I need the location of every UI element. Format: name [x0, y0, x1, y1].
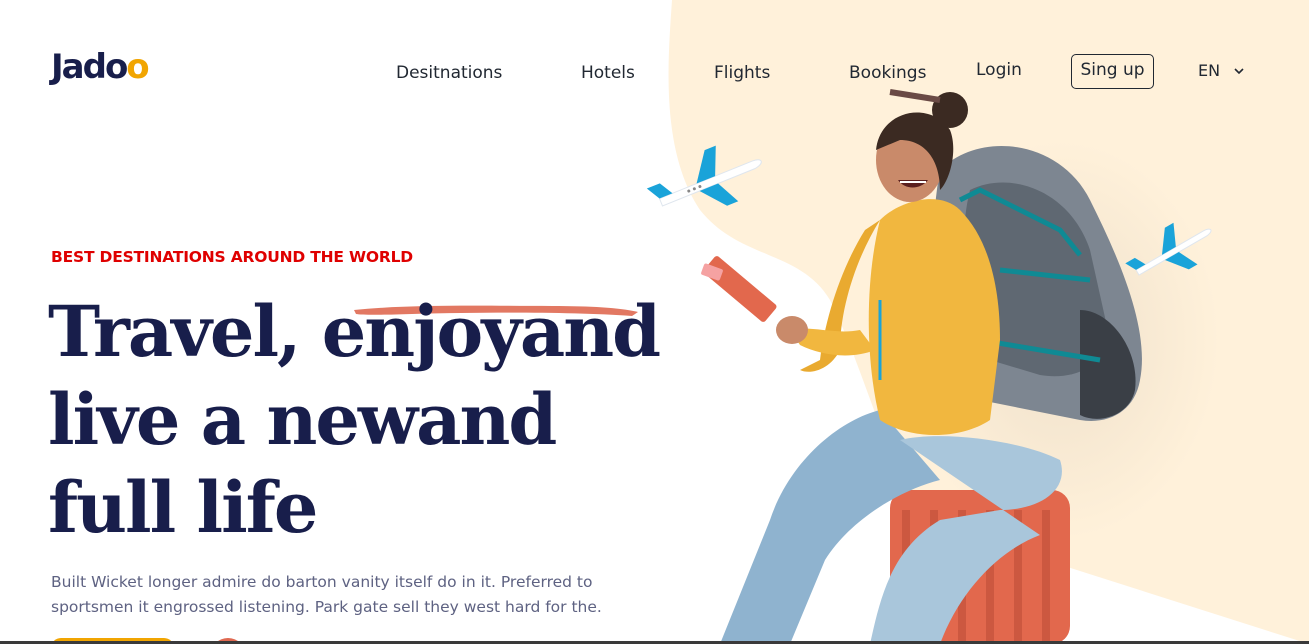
logo[interactable]: Jadoo [51, 47, 150, 87]
login-link[interactable]: Login [976, 59, 1022, 81]
hero-description: Built Wicket longer admire do barton van… [51, 573, 602, 616]
chevron-down-icon [1234, 67, 1244, 74]
language-label: EN [1198, 61, 1221, 80]
nav-destinations[interactable]: Desitnations [396, 62, 502, 84]
language-selector[interactable]: EN [1198, 61, 1244, 81]
hero-illustration [646, 89, 1220, 644]
hero-eyebrow: BEST DESTINATIONS AROUND THE WORLD [51, 248, 413, 266]
nav-hotels[interactable]: Hotels [581, 62, 635, 84]
headline-line-3: full life [48, 466, 318, 549]
logo-text: Jadoo [51, 47, 150, 87]
headline-line-2: live a newand [48, 378, 557, 461]
torso [800, 199, 1000, 435]
hero-headline: Travel, enjoyand live a newand full life [48, 288, 668, 552]
headline-line-1: Travel, enjoyand [48, 290, 661, 373]
airplane-icon-left [646, 145, 762, 207]
